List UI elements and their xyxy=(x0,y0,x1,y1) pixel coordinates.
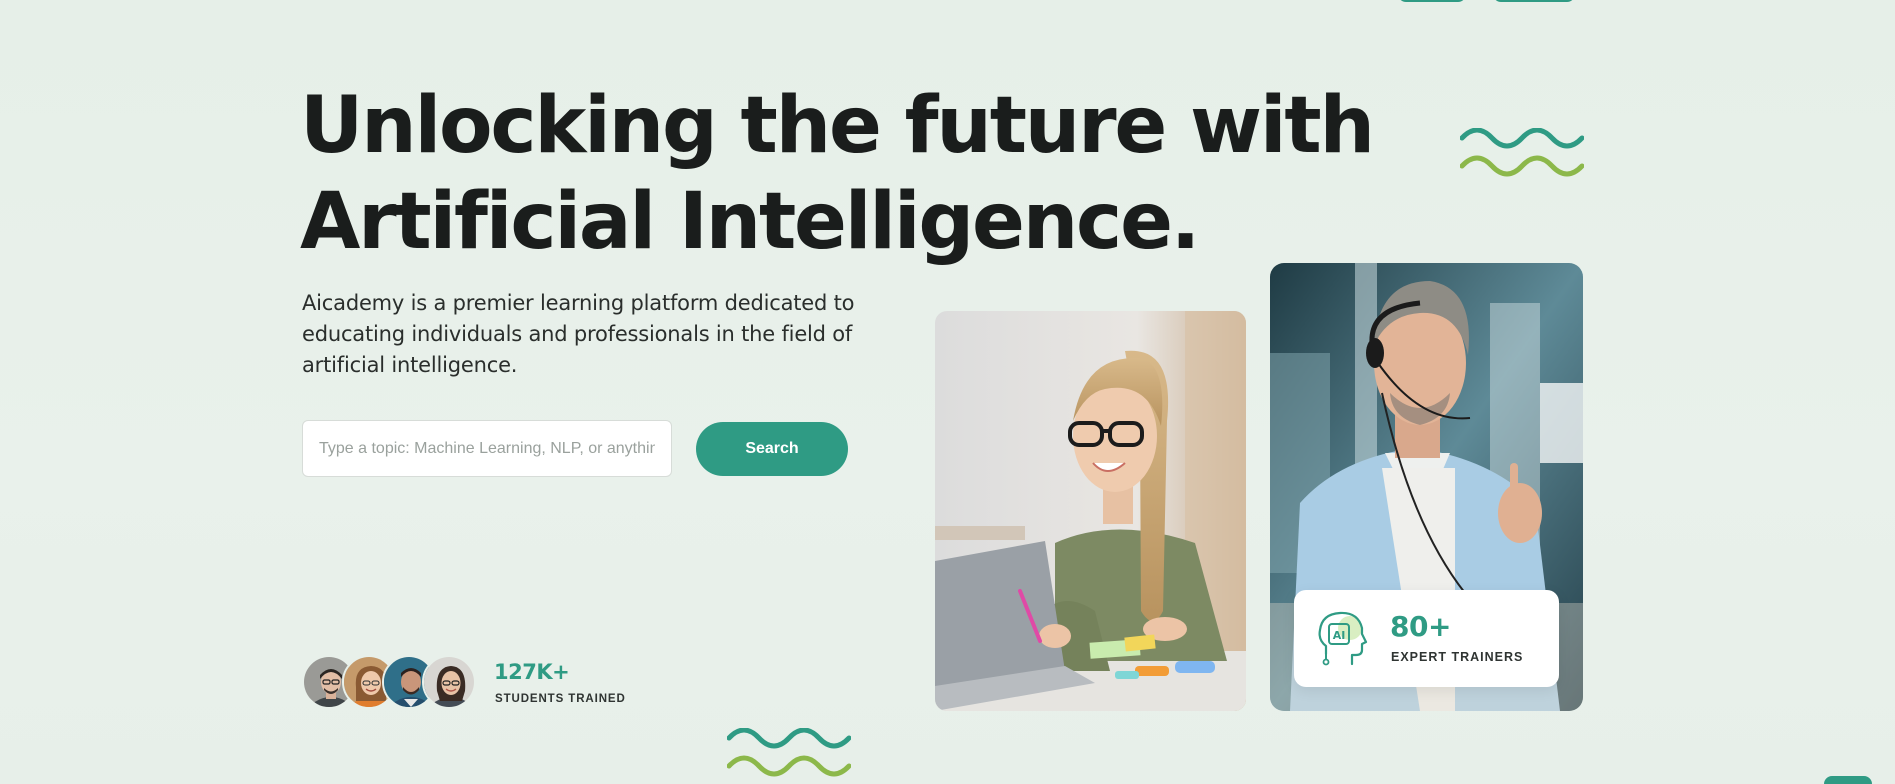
wave-decoration-icon xyxy=(1460,128,1584,177)
trainers-stat-card: AI 80+ EXPERT TRAINERS xyxy=(1294,590,1559,687)
svg-text:AI: AI xyxy=(1333,629,1346,642)
scroll-to-top-button[interactable] xyxy=(1824,776,1872,784)
wave-decoration-icon xyxy=(727,728,851,777)
hero-title-line-2: Artificial Intelligence. xyxy=(300,177,1200,267)
students-label: STUDENTS TRAINED xyxy=(495,693,626,705)
header-button-partial[interactable] xyxy=(1493,0,1575,2)
ai-head-icon: AI xyxy=(1318,611,1368,666)
students-count: 127K+ xyxy=(494,660,570,684)
hero-description: Aicademy is a premier learning platform … xyxy=(302,291,855,377)
hero-section: Unlocking the future with Artificial Int… xyxy=(0,0,1895,784)
hero-title: Unlocking the future with Artificial Int… xyxy=(300,78,1375,270)
trainers-label: EXPERT TRAINERS xyxy=(1391,650,1524,664)
trainers-count: 80+ xyxy=(1390,610,1451,643)
search-button[interactable]: Search xyxy=(696,422,848,476)
hero-title-line-1: Unlocking the future with xyxy=(300,81,1375,171)
student-photo xyxy=(935,311,1246,711)
search-input[interactable] xyxy=(302,420,672,477)
header-button-partial[interactable] xyxy=(1398,0,1466,2)
avatar xyxy=(422,655,476,709)
student-avatars xyxy=(302,655,482,711)
